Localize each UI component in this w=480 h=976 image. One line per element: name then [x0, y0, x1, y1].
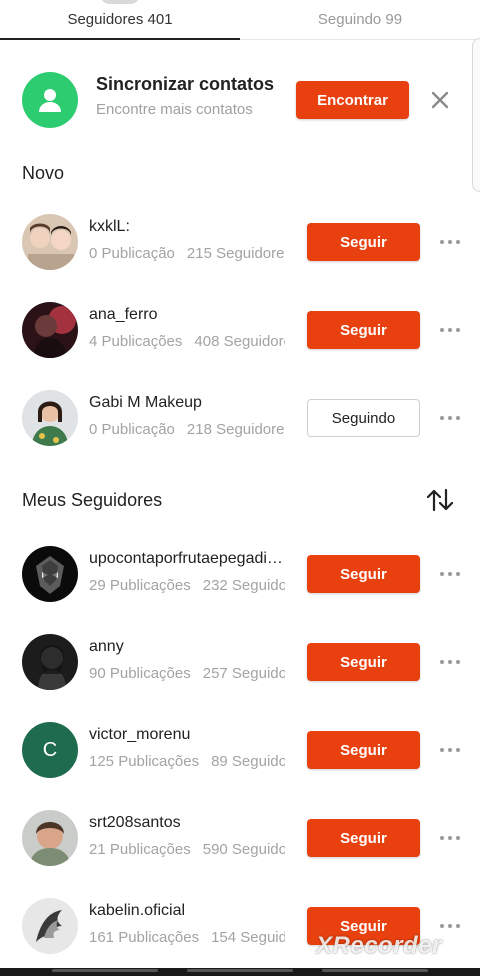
section-title-new: Novo	[22, 163, 65, 183]
follow-button[interactable]: Seguir	[307, 819, 420, 857]
user-stats: 125 Publicações89 Seguidores	[89, 753, 285, 770]
close-icon[interactable]	[426, 86, 454, 114]
more-options-icon[interactable]	[438, 568, 462, 580]
tab-followers[interactable]: Seguidores 401	[0, 0, 240, 40]
more-options-icon[interactable]	[438, 920, 462, 932]
list-item[interactable]: kxklL: 0 Publicação 215 Seguidores Seguir	[0, 212, 480, 272]
user-name[interactable]: srt208santos	[89, 814, 285, 832]
follow-button[interactable]: Seguir	[307, 311, 420, 349]
section-title-followers: Meus Seguidores	[22, 490, 163, 510]
user-name[interactable]: kxklL:	[89, 218, 285, 236]
nav-recents-button[interactable]	[52, 969, 158, 972]
user-stats: 161 Publicações154 Seguidores	[89, 929, 285, 946]
avatar[interactable]	[22, 546, 78, 602]
user-stats: 90 Publicações257 Seguidores	[89, 665, 285, 682]
sync-title: Sincronizar contatos	[96, 74, 275, 94]
list-item[interactable]: anny 90 Publicações257 Seguidores Seguir	[0, 632, 480, 692]
user-name[interactable]: ana_ferro	[89, 306, 285, 324]
following-button[interactable]: Seguindo	[307, 399, 420, 437]
avatar[interactable]	[22, 390, 78, 446]
user-name[interactable]: Gabi M Makeup	[89, 394, 285, 412]
more-options-icon[interactable]	[438, 656, 462, 668]
sort-icon[interactable]	[424, 486, 456, 514]
avatar[interactable]	[22, 634, 78, 690]
tab-following[interactable]: Seguindo 99	[240, 0, 480, 39]
follow-button[interactable]: Seguir	[307, 643, 420, 681]
more-options-icon[interactable]	[438, 324, 462, 336]
avatar[interactable]	[22, 214, 78, 270]
avatar[interactable]	[22, 302, 78, 358]
list-item[interactable]: srt208santos 21 Publicações590 Seguidore…	[0, 808, 480, 868]
nav-back-button[interactable]	[322, 969, 428, 972]
user-stats: 0 Publicação 218 Seguidores	[89, 421, 285, 438]
tab-bar: Seguidores 401 Seguindo 99	[0, 0, 480, 40]
user-stats: 21 Publicações590 Seguidores	[89, 841, 285, 858]
more-options-icon[interactable]	[438, 744, 462, 756]
contact-icon	[22, 72, 78, 128]
avatar[interactable]	[22, 810, 78, 866]
user-name[interactable]: kabelin.oficial	[89, 902, 285, 920]
user-name[interactable]: victor_morenu	[89, 726, 285, 744]
list-item[interactable]: Gabi M Makeup 0 Publicação 218 Seguidores…	[0, 388, 480, 448]
follow-button[interactable]: Seguir	[307, 555, 420, 593]
list-item[interactable]: C victor_morenu 125 Publicações 89 Seguid…	[0, 720, 480, 780]
more-options-icon[interactable]	[438, 236, 462, 248]
system-nav-bar	[0, 968, 480, 976]
follow-button[interactable]: Seguir	[307, 223, 420, 261]
follow-button[interactable]: Seguir	[307, 731, 420, 769]
recorder-watermark: XRecorder	[316, 932, 442, 959]
list-item[interactable]: upocontaporfrutaepegadinha 29 Publicaçõe…	[0, 544, 480, 604]
avatar[interactable]: C	[22, 722, 78, 778]
sync-contacts-card: Sincronizar contatos Encontre mais conta…	[0, 70, 480, 130]
user-name[interactable]: anny	[89, 638, 285, 656]
list-item[interactable]: ana_ferro 4 Publicações408 Seguidores Se…	[0, 300, 480, 360]
user-stats: 4 Publicações408 Seguidores	[89, 333, 285, 350]
sync-subtitle: Encontre mais contatos	[96, 101, 253, 118]
nav-home-button[interactable]	[187, 969, 293, 972]
user-name[interactable]: upocontaporfrutaepegadinha	[89, 550, 285, 568]
avatar[interactable]	[22, 898, 78, 954]
more-options-icon[interactable]	[438, 832, 462, 844]
more-options-icon[interactable]	[438, 412, 462, 424]
find-button[interactable]: Encontrar	[296, 81, 409, 119]
user-stats: 0 Publicação 215 Seguidores	[89, 245, 285, 262]
user-stats: 29 Publicações232 Seguidores	[89, 577, 285, 594]
